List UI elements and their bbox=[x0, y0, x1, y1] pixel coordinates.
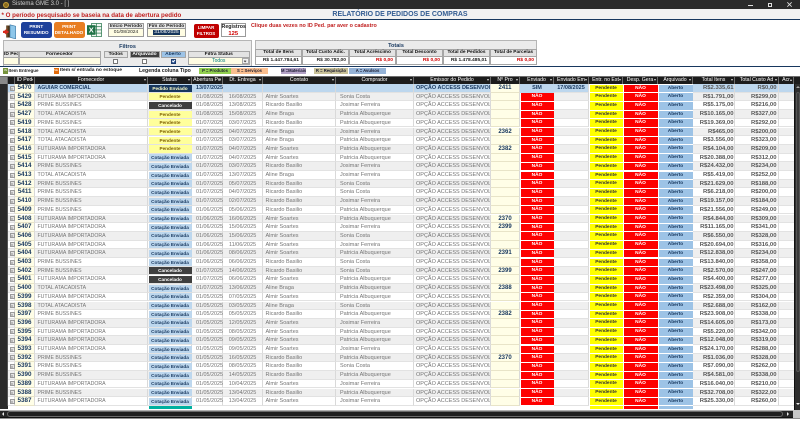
svg-text:X: X bbox=[88, 25, 93, 34]
